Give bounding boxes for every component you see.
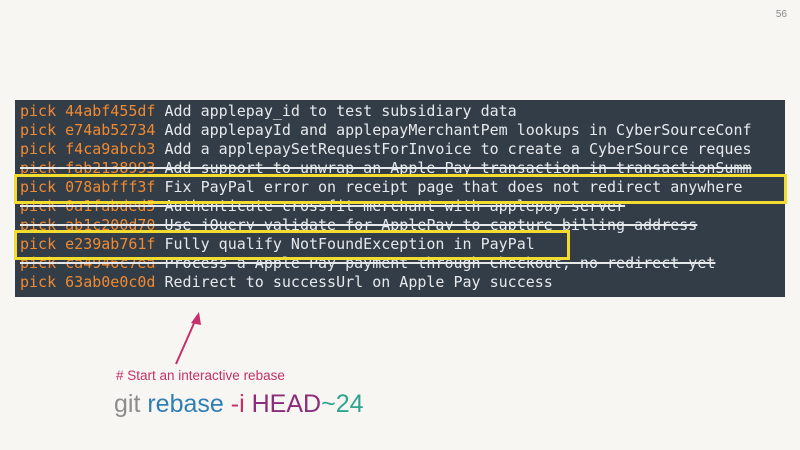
commit-sha: 0a1fabded5 [65, 197, 156, 215]
commit-message: Redirect to successUrl on Apple Pay succ… [164, 273, 553, 291]
rebase-line-highlighted: pick 078abfff3f Fix PayPal error on rece… [20, 178, 752, 197]
arrow-icon [175, 312, 201, 365]
commit-message: Fix PayPal error on receipt page that do… [164, 178, 743, 196]
commit-sha: e74ab52734 [65, 121, 156, 139]
pick-command: pick [20, 140, 57, 158]
commit-sha: 63ab0e0c0d [65, 273, 156, 291]
rebase-line: pick 63ab0e0c0d Redirect to successUrl o… [20, 273, 752, 292]
commit-message: Add a applepaySetRequestForInvoice to cr… [164, 140, 752, 158]
command-rebase: rebase [147, 390, 224, 418]
rebase-line: pick 44abf455df Add applepay_id to test … [20, 102, 752, 121]
rebase-line-struck: pick ca4946c7ea Process a Apple Pay paym… [20, 254, 752, 273]
command-count: 24 [335, 390, 364, 418]
commit-message: Use jQuery validate for ApplePay to capt… [164, 216, 698, 234]
rebase-line-highlighted: pick e239ab761f Fully qualify NotFoundEx… [20, 235, 752, 254]
command-git: git [114, 390, 141, 418]
command-interactive-flag: -i [230, 390, 245, 418]
commit-message: Authenticate crossfit merchant with appl… [164, 197, 626, 215]
commit-message: Add applepayId and applepayMerchantPem l… [164, 121, 752, 139]
commit-message: Add applepay_id to test subsidiary data [164, 102, 517, 120]
pick-command: pick [20, 254, 57, 272]
pick-command: pick [20, 197, 57, 215]
pick-command: pick [20, 159, 57, 177]
terminal-window: pick 44abf455df Add applepay_id to test … [15, 100, 785, 297]
pick-command: pick [20, 121, 57, 139]
command-tilde: ~ [321, 390, 336, 418]
commit-sha: 078abfff3f [65, 178, 156, 196]
slide-number: 56 [775, 9, 787, 20]
commit-sha: e239ab761f [65, 235, 156, 253]
rebase-comment: # Start an interactive rebase [116, 368, 285, 383]
commit-sha: ab1c200d70 [65, 216, 156, 234]
pick-command: pick [20, 273, 57, 291]
rebase-todo-list: pick 44abf455df Add applepay_id to test … [20, 102, 752, 292]
rebase-line-struck: pick fab2138993 Add support to unwrap an… [20, 159, 752, 178]
command-head: HEAD [251, 390, 322, 418]
commit-sha: fab2138993 [65, 159, 156, 177]
commit-sha: ca4946c7ea [65, 254, 156, 272]
rebase-line: pick f4ca9abcb3 Add a applepaySetRequest… [20, 140, 752, 159]
pick-command: pick [20, 235, 57, 253]
rebase-line: pick e74ab52734 Add applepayId and apple… [20, 121, 752, 140]
pick-command: pick [20, 216, 57, 234]
commit-message: Add support to unwrap an Apple Pay trans… [164, 159, 752, 177]
rebase-line-struck: pick 0a1fabded5 Authenticate crossfit me… [20, 197, 752, 216]
pick-command: pick [20, 178, 57, 196]
rebase-line-struck: pick ab1c200d70 Use jQuery validate for … [20, 216, 752, 235]
commit-sha: 44abf455df [65, 102, 156, 120]
commit-message: Fully qualify NotFoundException in PayPa… [164, 235, 535, 253]
rebase-command: git rebase -i HEAD~24 [114, 390, 364, 419]
commit-message: Process a Apple Pay payment through Chec… [164, 254, 716, 272]
commit-sha: f4ca9abcb3 [65, 140, 156, 158]
pick-command: pick [20, 102, 57, 120]
